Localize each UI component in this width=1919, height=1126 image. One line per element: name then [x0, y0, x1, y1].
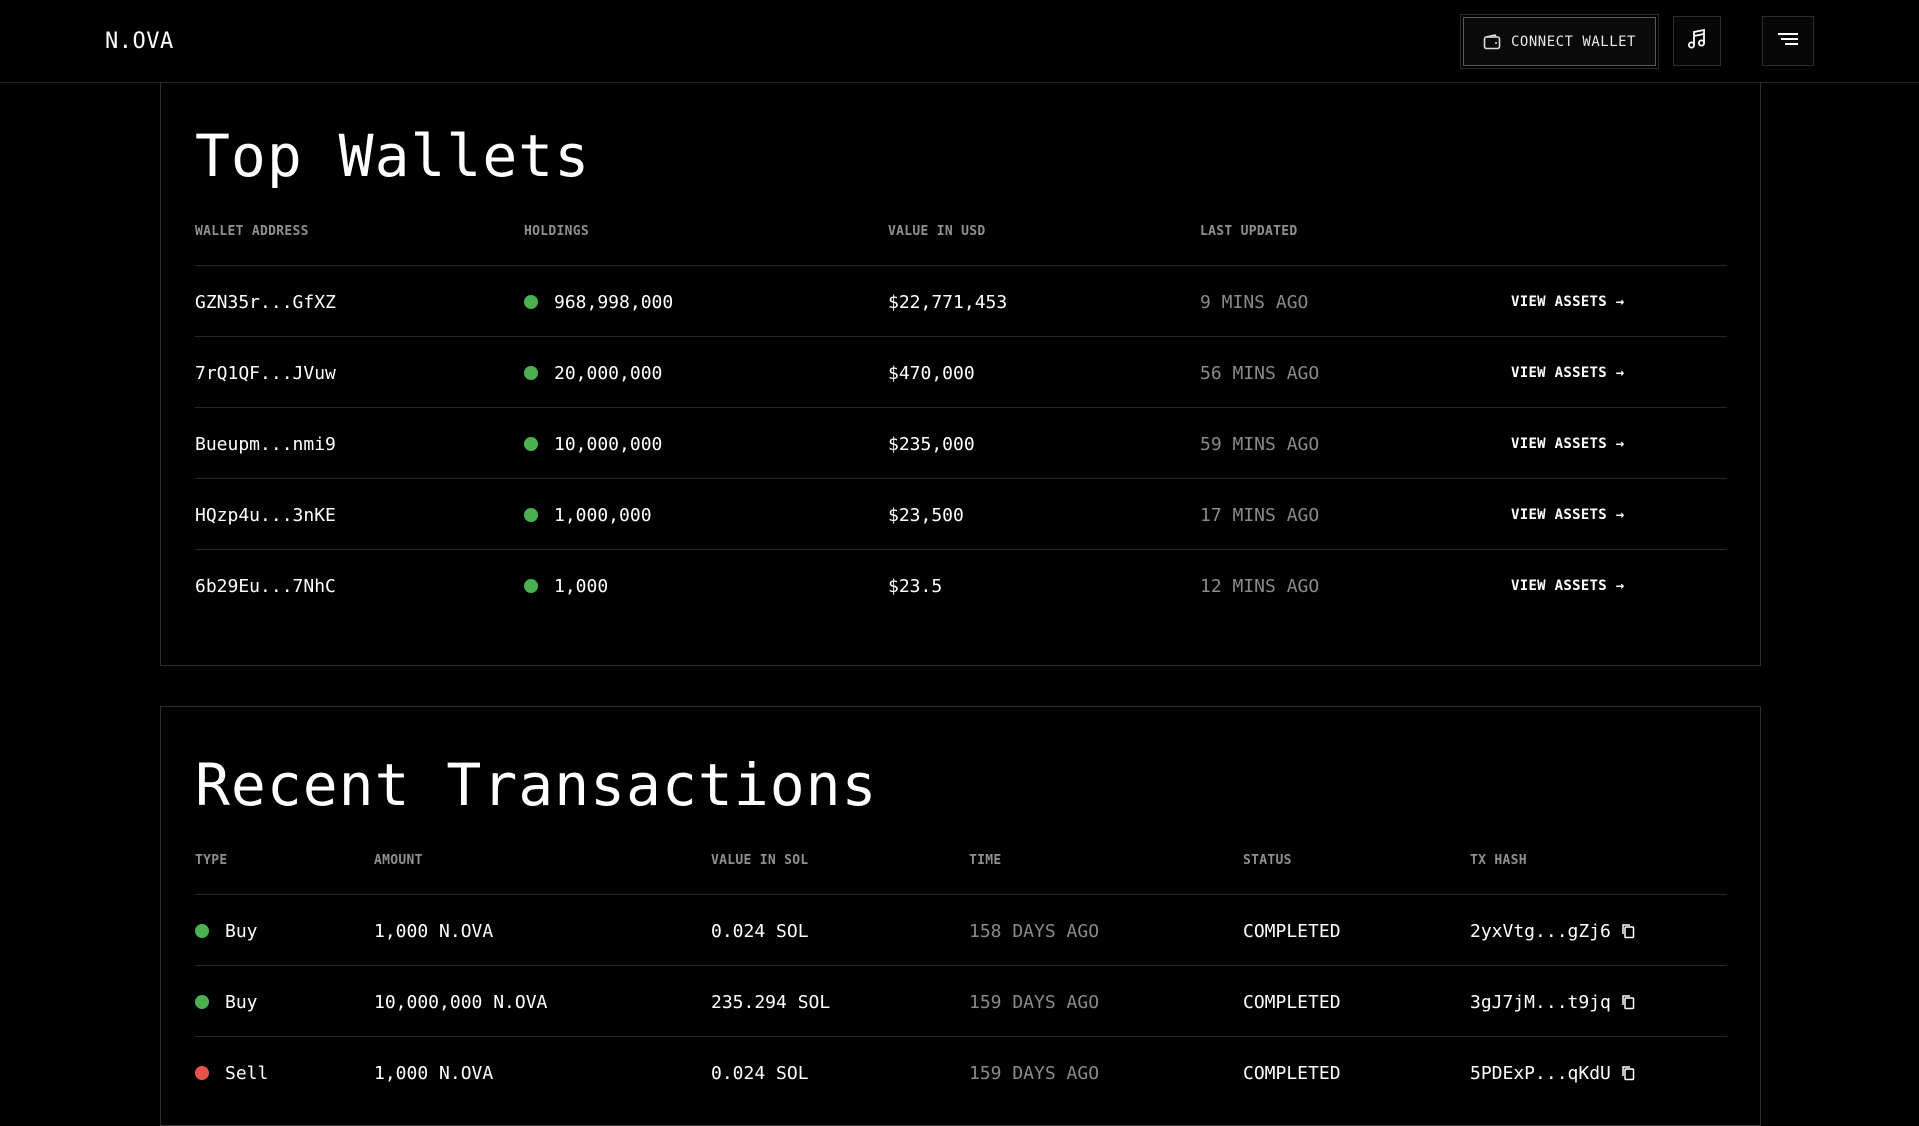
view-assets-link[interactable]: VIEW ASSETS → — [1511, 294, 1624, 310]
tx-status: COMPLETED — [1243, 1063, 1341, 1084]
view-assets-link[interactable]: VIEW ASSETS → — [1511, 436, 1624, 452]
col-wallet-address: WALLET ADDRESS — [195, 224, 309, 239]
last-updated: 9 MINS AGO — [1200, 292, 1309, 313]
buy-dot — [195, 924, 209, 938]
holdings: 20,000,000 — [524, 363, 662, 384]
table-header: TYPE AMOUNT VALUE IN SOL TIME STATUS TX … — [195, 853, 1727, 895]
last-updated: 17 MINS AGO — [1200, 505, 1320, 526]
buy-dot — [195, 995, 209, 1009]
brand-logo[interactable]: N.OVA — [105, 29, 174, 54]
tx-value-sol: 0.024 SOL — [711, 921, 809, 942]
holdings: 1,000,000 — [524, 505, 652, 526]
tx-type: Buy — [195, 921, 258, 942]
value-usd: $470,000 — [888, 363, 975, 384]
table-row: Bueupm...nmi9 10,000,000 $235,000 59 MIN… — [195, 408, 1727, 479]
status-dot — [524, 366, 538, 380]
top-wallets-title: Top Wallets — [195, 122, 591, 190]
menu-button[interactable] — [1762, 16, 1814, 66]
col-time: TIME — [969, 853, 1002, 868]
tx-time: 159 DAYS AGO — [969, 1063, 1100, 1084]
table-row: HQzp4u...3nKE 1,000,000 $23,500 17 MINS … — [195, 479, 1727, 550]
music-toggle-button[interactable] — [1673, 16, 1721, 66]
wallet-address[interactable]: HQzp4u...3nKE — [195, 505, 336, 526]
view-assets-link[interactable]: VIEW ASSETS → — [1511, 578, 1624, 594]
tx-time: 159 DAYS AGO — [969, 992, 1100, 1013]
table-row: Buy 10,000,000 N.OVA 235.294 SOL 159 DAY… — [195, 966, 1727, 1037]
value-usd: $23,500 — [888, 505, 964, 526]
menu-icon — [1777, 31, 1799, 51]
transactions-table: TYPE AMOUNT VALUE IN SOL TIME STATUS TX … — [195, 853, 1727, 1108]
tx-hash[interactable]: 3gJ7jM...t9jq — [1470, 992, 1635, 1015]
tx-status: COMPLETED — [1243, 992, 1341, 1013]
status-dot — [524, 295, 538, 309]
copy-icon[interactable] — [1621, 923, 1635, 944]
table-row: Sell 1,000 N.OVA 0.024 SOL 159 DAYS AGO … — [195, 1037, 1727, 1108]
tx-type: Buy — [195, 992, 258, 1013]
tx-hash[interactable]: 5PDExP...qKdU — [1470, 1063, 1635, 1086]
status-dot — [524, 437, 538, 451]
table-row: 7rQ1QF...JVuw 20,000,000 $470,000 56 MIN… — [195, 337, 1727, 408]
tx-time: 158 DAYS AGO — [969, 921, 1100, 942]
table-header: WALLET ADDRESS HOLDINGS VALUE IN USD LAS… — [195, 224, 1727, 266]
copy-icon[interactable] — [1621, 994, 1635, 1015]
holdings: 1,000 — [524, 576, 608, 597]
last-updated: 12 MINS AGO — [1200, 576, 1320, 597]
wallet-address[interactable]: Bueupm...nmi9 — [195, 434, 336, 455]
col-type: TYPE — [195, 853, 228, 868]
value-usd: $22,771,453 — [888, 292, 1008, 313]
col-value-sol: VALUE IN SOL — [711, 853, 809, 868]
tx-value-sol: 0.024 SOL — [711, 1063, 809, 1084]
col-value-usd: VALUE IN USD — [888, 224, 986, 239]
tx-amount: 1,000 N.OVA — [374, 921, 494, 942]
col-tx-hash: TX HASH — [1470, 853, 1527, 868]
table-row: 6b29Eu...7NhC 1,000 $23.5 12 MINS AGO VI… — [195, 550, 1727, 621]
view-assets-link[interactable]: VIEW ASSETS → — [1511, 365, 1624, 381]
connect-wallet-button[interactable]: CONNECT WALLET — [1460, 14, 1659, 69]
connect-wallet-label: CONNECT WALLET — [1510, 33, 1636, 50]
wallet-address[interactable]: GZN35r...GfXZ — [195, 292, 336, 313]
wallet-address[interactable]: 6b29Eu...7NhC — [195, 576, 336, 597]
top-wallets-table: WALLET ADDRESS HOLDINGS VALUE IN USD LAS… — [195, 224, 1727, 621]
col-last-updated: LAST UPDATED — [1200, 224, 1298, 239]
sell-dot — [195, 1066, 209, 1080]
tx-hash[interactable]: 2yxVtg...gZj6 — [1470, 921, 1635, 944]
view-assets-link[interactable]: VIEW ASSETS → — [1511, 507, 1624, 523]
last-updated: 56 MINS AGO — [1200, 363, 1320, 384]
copy-icon[interactable] — [1621, 1065, 1635, 1086]
holdings: 968,998,000 — [524, 292, 673, 313]
table-row: Buy 1,000 N.OVA 0.024 SOL 158 DAYS AGO C… — [195, 895, 1727, 966]
music-note-icon — [1686, 28, 1708, 54]
tx-type: Sell — [195, 1063, 268, 1084]
value-usd: $235,000 — [888, 434, 975, 455]
holdings: 10,000,000 — [524, 434, 662, 455]
wallet-address[interactable]: 7rQ1QF...JVuw — [195, 363, 336, 384]
wallet-icon — [1483, 33, 1501, 50]
tx-status: COMPLETED — [1243, 921, 1341, 942]
recent-transactions-card: Recent Transactions TYPE AMOUNT VALUE IN… — [160, 706, 1761, 1126]
table-row: GZN35r...GfXZ 968,998,000 $22,771,453 9 … — [195, 266, 1727, 337]
col-amount: AMOUNT — [374, 853, 423, 868]
recent-transactions-title: Recent Transactions — [195, 751, 878, 819]
last-updated: 59 MINS AGO — [1200, 434, 1320, 455]
value-usd: $23.5 — [888, 576, 943, 597]
status-dot — [524, 508, 538, 522]
status-dot — [524, 579, 538, 593]
top-wallets-card: Top Wallets WALLET ADDRESS HOLDINGS VALU… — [160, 62, 1761, 666]
top-nav: N.OVA CONNECT WALLET — [0, 0, 1919, 83]
col-holdings: HOLDINGS — [524, 224, 590, 239]
tx-value-sol: 235.294 SOL — [711, 992, 831, 1013]
tx-amount: 1,000 N.OVA — [374, 1063, 494, 1084]
col-status: STATUS — [1243, 853, 1292, 868]
tx-amount: 10,000,000 N.OVA — [374, 992, 548, 1013]
